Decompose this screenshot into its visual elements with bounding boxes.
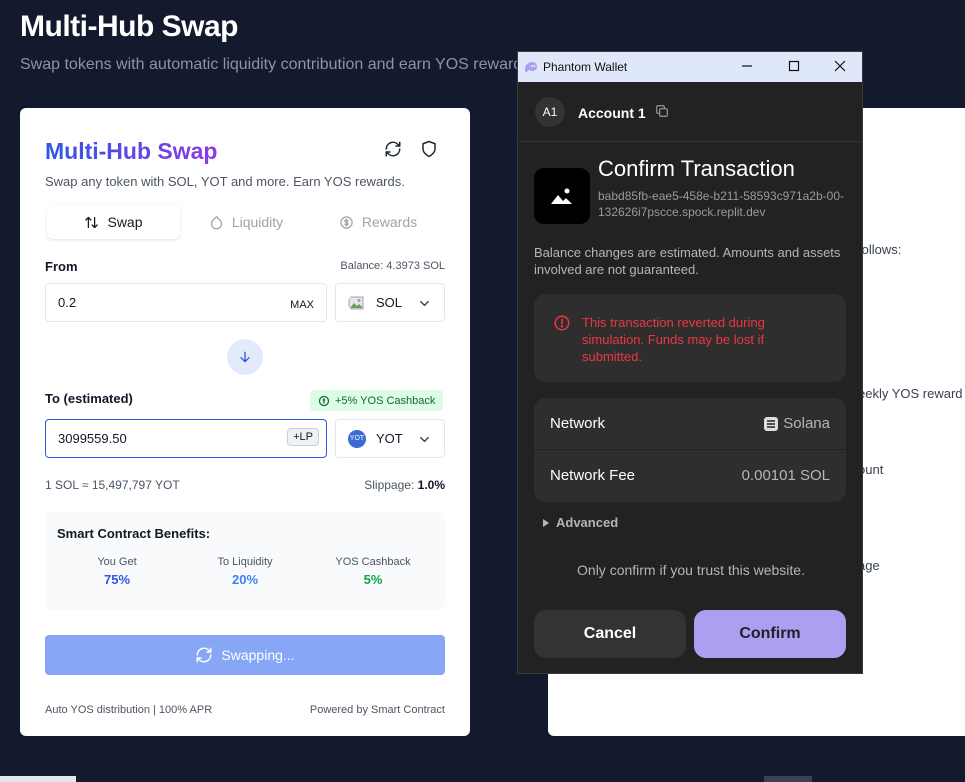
benefit-label: YOS Cashback — [335, 556, 411, 568]
confirm-button[interactable]: Confirm — [694, 610, 846, 658]
tab-swap[interactable]: Swap — [47, 205, 180, 239]
close-icon[interactable] — [833, 59, 847, 73]
swap-card: Multi-Hub Swap Swap any token with SOL, … — [20, 108, 470, 736]
page-title: Multi-Hub Swap — [20, 10, 238, 43]
info-fragment: follows: — [858, 242, 902, 257]
card-description: Swap any token with SOL, YOT and more. E… — [45, 174, 405, 189]
slippage-label: Slippage: — [364, 478, 415, 492]
footer-distribution: Auto YOS distribution | 100% APR — [45, 704, 213, 716]
from-amount-input[interactable]: 0.2 MAX — [45, 283, 327, 322]
copy-icon[interactable] — [655, 104, 669, 118]
swap-button-label: Swapping... — [221, 647, 295, 663]
cancel-button[interactable]: Cancel — [534, 610, 686, 658]
window-titlebar: Phantom Wallet — [518, 52, 862, 82]
from-amount-value: 0.2 — [58, 295, 77, 310]
network-value: Solana — [783, 415, 830, 432]
transaction-details: Network Solana Network Fee 0.00101 SOL — [534, 398, 846, 502]
trust-text: Only confirm if you trust this website. — [577, 562, 805, 578]
cashback-text: +5% YOS Cashback — [335, 394, 436, 407]
swap-button[interactable]: Swapping... — [45, 635, 445, 675]
droplet-icon — [210, 215, 222, 229]
to-token-label: YOT — [376, 431, 403, 446]
to-label: To (estimated) — [45, 391, 133, 406]
from-token-label: SOL — [376, 295, 403, 310]
phantom-logo-icon — [525, 62, 537, 72]
benefit-yos-cashback: YOS Cashback 5% — [313, 556, 433, 587]
page-subtitle: Swap tokens with automatic liquidity con… — [20, 56, 531, 73]
network-value-group: Solana — [764, 415, 830, 432]
fee-label: Network Fee — [550, 467, 636, 484]
arrow-down-icon — [240, 351, 250, 363]
confirm-heading: Confirm Transaction — [598, 156, 795, 181]
switch-direction-button[interactable] — [227, 339, 263, 375]
account-name[interactable]: Account 1 — [578, 105, 646, 121]
coin-icon — [318, 395, 330, 406]
advanced-toggle[interactable]: Advanced — [542, 515, 618, 530]
chevron-down-icon — [420, 300, 429, 307]
refresh-icon[interactable] — [384, 140, 402, 158]
refresh-icon — [196, 647, 212, 663]
to-amount-value: 3099559.50 — [58, 431, 127, 446]
exchange-rate: 1 SOL ≈ 15,497,797 YOT — [45, 478, 180, 492]
network-label: Network — [550, 415, 606, 432]
image-icon — [551, 188, 572, 204]
from-token-select[interactable]: SOL — [335, 283, 445, 322]
tab-rewards[interactable]: Rewards — [313, 205, 443, 239]
benefits-title: Smart Contract Benefits: — [57, 526, 211, 541]
footer-powered-by: Powered by Smart Contract — [309, 704, 445, 716]
origin-url: babd85fb-eae5-458e-b211-58593c971a2b-00-… — [598, 189, 844, 219]
taskbar-fragment — [764, 776, 812, 782]
lp-badge: +LP — [287, 428, 319, 446]
tab-liquidity[interactable]: Liquidity — [181, 205, 311, 239]
tab-label: Swap — [107, 214, 143, 230]
benefit-label: You Get — [97, 556, 137, 568]
benefit-value: 75% — [103, 572, 131, 587]
balance-notice: Balance changes are estimated. Amounts a… — [534, 245, 841, 277]
window-title: Phantom Wallet — [543, 60, 628, 74]
site-image-icon — [534, 168, 590, 224]
maximize-icon[interactable] — [787, 59, 801, 73]
alert-circle-icon — [554, 315, 570, 331]
phantom-wallet-window: Phantom Wallet A1 Account 1 Confirm Tran… — [517, 51, 863, 674]
balance-text: Balance: 4.3973 SOL — [340, 260, 445, 272]
info-fragment: eekly YOS reward — [858, 386, 963, 401]
taskbar-fragment — [0, 776, 76, 782]
from-label: From — [45, 259, 78, 274]
network-row: Network Solana — [534, 398, 846, 450]
benefit-value: 20% — [231, 572, 259, 587]
to-amount-input[interactable]: 3099559.50 +LP — [45, 419, 327, 458]
minimize-icon[interactable] — [740, 59, 754, 73]
slippage-value: 1.0% — [417, 478, 445, 492]
benefit-label: To Liquidity — [217, 556, 273, 568]
sol-token-icon — [348, 296, 364, 309]
to-token-select[interactable]: YOT YOT — [335, 419, 445, 458]
swap-arrows-icon — [85, 216, 99, 228]
fee-row: Network Fee 0.00101 SOL — [534, 450, 846, 502]
yot-token-icon: YOT — [348, 429, 366, 448]
advanced-label: Advanced — [556, 515, 619, 530]
caret-right-icon — [543, 518, 549, 527]
benefits-panel: Smart Contract Benefits: You Get 75% To … — [45, 512, 445, 610]
cashback-badge: +5% YOS Cashback — [310, 390, 444, 411]
solana-icon — [764, 416, 779, 431]
benefit-you-get: You Get 75% — [57, 556, 177, 587]
account-header: A1 Account 1 — [518, 82, 862, 142]
fee-value: 0.00101 SOL — [741, 467, 830, 484]
max-button[interactable]: MAX — [290, 299, 314, 311]
card-title: Multi-Hub Swap — [45, 138, 218, 164]
warning-text: This transaction reverted during simulat… — [582, 315, 765, 364]
warning-box: This transaction reverted during simulat… — [534, 294, 846, 382]
slippage: Slippage: 1.0% — [364, 478, 445, 492]
chevron-down-icon — [420, 436, 429, 443]
coin-icon — [340, 215, 353, 229]
benefit-value: 5% — [363, 572, 383, 587]
tab-bar: Swap Liquidity Rewards — [45, 205, 445, 241]
benefit-to-liquidity: To Liquidity 20% — [185, 556, 305, 587]
tab-label: Rewards — [361, 214, 418, 230]
shield-icon[interactable] — [420, 140, 438, 158]
tab-label: Liquidity — [231, 214, 284, 230]
avatar[interactable]: A1 — [535, 97, 565, 127]
